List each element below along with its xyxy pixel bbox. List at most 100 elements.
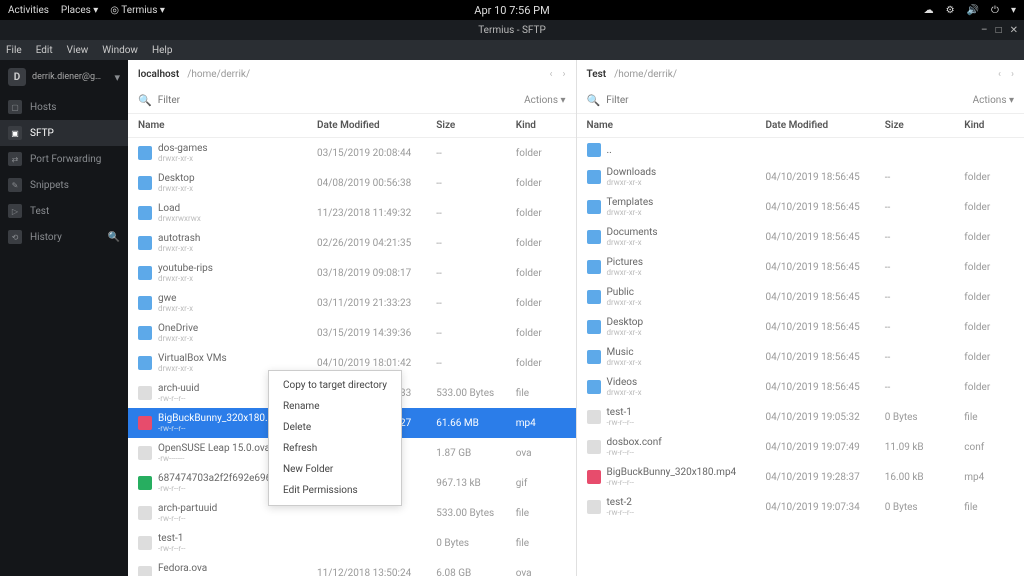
folder-icon: [138, 356, 152, 370]
ctx-delete[interactable]: Delete: [269, 417, 401, 438]
file-kind: folder: [516, 178, 566, 189]
actions-dropdown[interactable]: Actions ▾: [524, 95, 565, 106]
termius-menu[interactable]: ◎ Termius ▾: [110, 5, 165, 16]
file-row[interactable]: Documents drwxr-xr-x 04/10/2019 18:56:45…: [577, 222, 1024, 252]
file-row[interactable]: test-2 -rw-r--r-- 04/10/2019 19:07:34 0 …: [577, 492, 1024, 522]
maximize-button[interactable]: □: [996, 25, 1002, 36]
file-row[interactable]: dos-games drwxr-xr-x 03/15/2019 20:08:44…: [128, 138, 576, 168]
sidebar-item-label: Test: [30, 206, 49, 217]
file-date: 04/10/2019 18:56:45: [765, 202, 884, 213]
sidebar-item-test[interactable]: ▷Test: [0, 198, 128, 224]
tray-icon[interactable]: ⚙: [946, 5, 955, 16]
nav-back-icon[interactable]: ‹: [998, 69, 1001, 80]
places-menu[interactable]: Places ▾: [61, 5, 98, 16]
file-perms: drwxr-xr-x: [607, 328, 644, 337]
tray-icon[interactable]: ▾: [1011, 5, 1016, 16]
file-row[interactable]: gwe drwxr-xr-x 03/11/2019 21:33:23 -- fo…: [128, 288, 576, 318]
sidebar-item-history[interactable]: ⟲History🔍: [0, 224, 128, 250]
folder-icon: [587, 260, 601, 274]
remote-pane: Test /home/derrik/ ‹ › 🔍 Actions ▾ Name …: [577, 60, 1024, 576]
file-date: 04/10/2019 19:07:34: [765, 502, 884, 513]
activities-menu[interactable]: Activities: [8, 5, 49, 16]
sidebar-item-label: SFTP: [30, 128, 54, 139]
breadcrumb: localhost /home/derrik/ ‹ ›: [128, 60, 576, 88]
tray-icon[interactable]: 🔊: [967, 5, 979, 16]
header-date[interactable]: Date Modified: [765, 120, 884, 131]
path-label[interactable]: /home/derrik/: [614, 69, 677, 80]
header-date[interactable]: Date Modified: [317, 120, 436, 131]
sidebar-item-port-forwarding[interactable]: ⇄Port Forwarding: [0, 146, 128, 172]
file-row[interactable]: autotrash drwxr-xr-x 02/26/2019 04:21:35…: [128, 228, 576, 258]
ctx-refresh[interactable]: Refresh: [269, 438, 401, 459]
file-row[interactable]: Videos drwxr-xr-x 04/10/2019 18:56:45 --…: [577, 372, 1024, 402]
header-size[interactable]: Size: [885, 120, 965, 131]
minimize-button[interactable]: –: [981, 25, 988, 36]
menu-file[interactable]: File: [6, 45, 22, 56]
file-perms: drwxr-xr-x: [607, 208, 654, 217]
search-icon[interactable]: 🔍: [108, 232, 120, 243]
ctx-copy-to-target-directory[interactable]: Copy to target directory: [269, 375, 401, 396]
file-row[interactable]: Desktop drwxr-xr-x 04/08/2019 00:56:38 -…: [128, 168, 576, 198]
file-list: dos-games drwxr-xr-x 03/15/2019 20:08:44…: [128, 138, 576, 576]
nav-forward-icon[interactable]: ›: [1011, 69, 1014, 80]
nav-back-icon[interactable]: ‹: [549, 69, 552, 80]
file-date: 04/10/2019 18:56:45: [765, 322, 884, 333]
file-date: 04/10/2019 19:07:49: [765, 442, 884, 453]
header-kind[interactable]: Kind: [964, 120, 1014, 131]
account-selector[interactable]: D derrik.diener@gmail.com ▾: [0, 60, 128, 94]
file-size: 0 Bytes: [436, 538, 516, 549]
file-size: --: [436, 268, 516, 279]
header-name[interactable]: Name: [587, 120, 766, 131]
file-row[interactable]: ..: [577, 138, 1024, 162]
file-size: --: [885, 352, 965, 363]
file-row[interactable]: Pictures drwxr-xr-x 04/10/2019 18:56:45 …: [577, 252, 1024, 282]
host-label[interactable]: localhost: [138, 69, 179, 80]
folder-icon: [587, 200, 601, 214]
menu-help[interactable]: Help: [152, 45, 172, 56]
file-row[interactable]: Downloads drwxr-xr-x 04/10/2019 18:56:45…: [577, 162, 1024, 192]
close-button[interactable]: ✕: [1010, 25, 1018, 36]
path-label[interactable]: /home/derrik/: [187, 69, 250, 80]
file-icon: [138, 536, 152, 550]
menu-view[interactable]: View: [67, 45, 89, 56]
sidebar-item-hosts[interactable]: ▢Hosts: [0, 94, 128, 120]
file-row[interactable]: Templates drwxr-xr-x 04/10/2019 18:56:45…: [577, 192, 1024, 222]
file-kind: file: [964, 412, 1014, 423]
file-row[interactable]: BigBuckBunny_320x180.mp4 -rw-r--r-- 04/1…: [577, 462, 1024, 492]
file-name: arch-uuid: [158, 383, 199, 394]
file-size: --: [436, 238, 516, 249]
file-row[interactable]: dosbox.conf -rw-r--r-- 04/10/2019 19:07:…: [577, 432, 1024, 462]
file-row[interactable]: test-1 -rw-r--r-- 0 Bytes file: [128, 528, 576, 558]
header-name[interactable]: Name: [138, 120, 317, 131]
nav-icon: ▢: [8, 100, 22, 114]
file-icon: [138, 566, 152, 576]
file-row[interactable]: Fedora.ova -rw------- 11/12/2018 13:50:2…: [128, 558, 576, 576]
file-size: --: [885, 172, 965, 183]
file-kind: folder: [516, 238, 566, 249]
sidebar-item-sftp[interactable]: ▣SFTP: [0, 120, 128, 146]
file-row[interactable]: youtube-rips drwxr-xr-x 03/18/2019 09:08…: [128, 258, 576, 288]
file-size: --: [885, 382, 965, 393]
nav-forward-icon[interactable]: ›: [562, 69, 565, 80]
file-row[interactable]: OneDrive drwxr-xr-x 03/15/2019 14:39:36 …: [128, 318, 576, 348]
tray-icon[interactable]: ⏻: [991, 5, 999, 16]
tray-icon[interactable]: ☁: [924, 5, 934, 16]
file-row[interactable]: Load drwxrwxrwx 11/23/2018 11:49:32 -- f…: [128, 198, 576, 228]
ctx-new-folder[interactable]: New Folder: [269, 459, 401, 480]
menu-window[interactable]: Window: [102, 45, 138, 56]
filter-input[interactable]: [158, 95, 518, 106]
file-row[interactable]: Public drwxr-xr-x 04/10/2019 18:56:45 --…: [577, 282, 1024, 312]
menu-edit[interactable]: Edit: [36, 45, 53, 56]
file-row[interactable]: test-1 -rw-r--r-- 04/10/2019 19:05:32 0 …: [577, 402, 1024, 432]
filter-input[interactable]: [606, 95, 966, 106]
file-row[interactable]: Desktop drwxr-xr-x 04/10/2019 18:56:45 -…: [577, 312, 1024, 342]
host-label[interactable]: Test: [587, 69, 607, 80]
ctx-edit-permissions[interactable]: Edit Permissions: [269, 480, 401, 501]
ctx-rename[interactable]: Rename: [269, 396, 401, 417]
file-row[interactable]: Music drwxr-xr-x 04/10/2019 18:56:45 -- …: [577, 342, 1024, 372]
actions-dropdown[interactable]: Actions ▾: [973, 95, 1014, 106]
file-kind: folder: [964, 172, 1014, 183]
header-size[interactable]: Size: [436, 120, 516, 131]
sidebar-item-snippets[interactable]: ✎Snippets: [0, 172, 128, 198]
header-kind[interactable]: Kind: [516, 120, 566, 131]
